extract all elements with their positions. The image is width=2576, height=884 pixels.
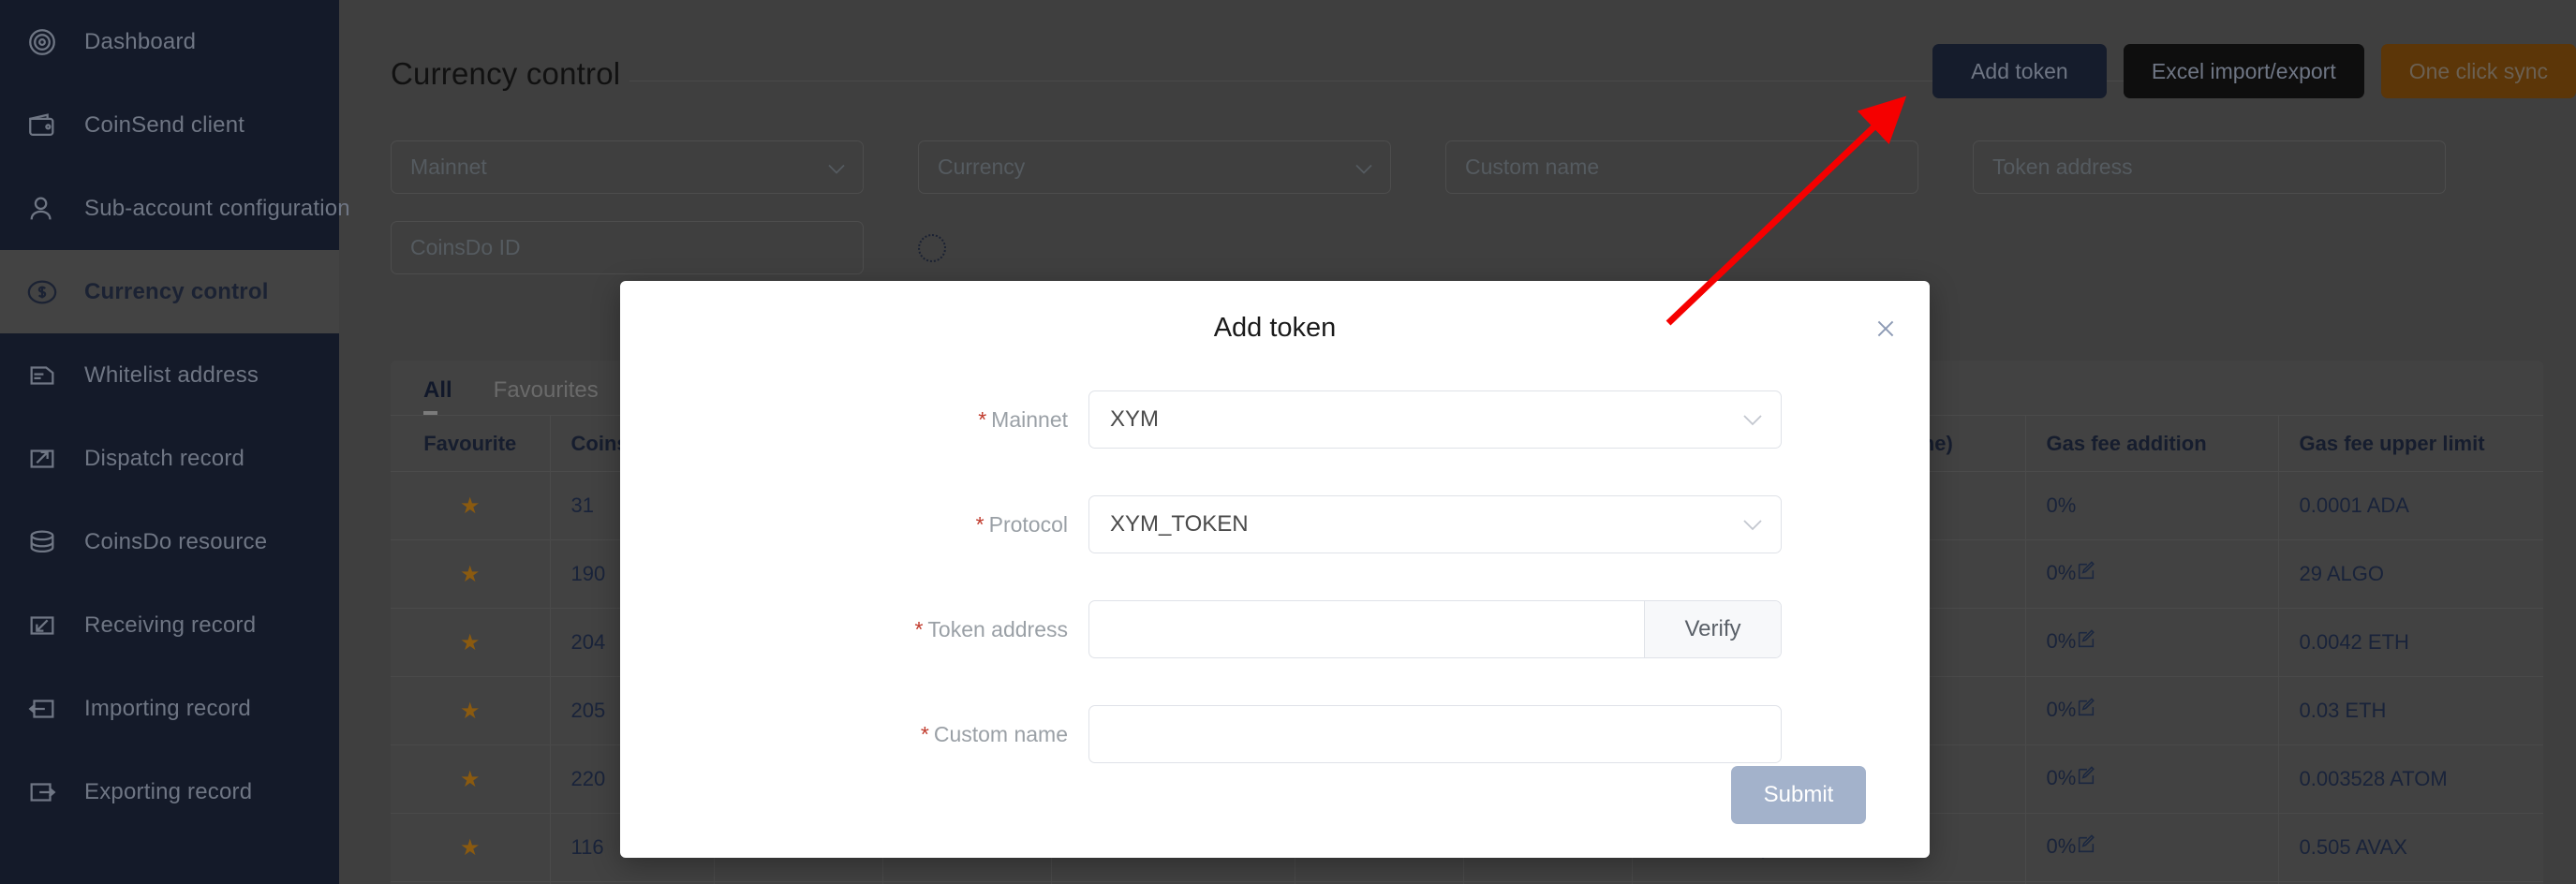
mainnet-select-wrap: XYM <box>1088 390 1782 449</box>
app-root: Dashboard CoinSend client Sub-account co… <box>0 0 2576 884</box>
required-marker: * <box>914 617 923 641</box>
custom-name-wrap <box>1088 705 1782 763</box>
submit-button[interactable]: Submit <box>1731 766 1866 824</box>
add-token-dialog: Add token *Mainnet XYM *Pr <box>620 281 1930 858</box>
mainnet-select[interactable]: XYM <box>1088 390 1782 449</box>
dialog-title: Add token <box>620 281 1930 375</box>
mainnet-select-value: XYM <box>1110 406 1159 433</box>
verify-button[interactable]: Verify <box>1644 601 1781 657</box>
label-token-address: *Token address <box>620 617 1088 642</box>
form-row-custom-name: *Custom name <box>620 705 1930 763</box>
protocol-select[interactable]: XYM_TOKEN <box>1088 495 1782 553</box>
form-row-protocol: *Protocol XYM_TOKEN <box>620 495 1930 553</box>
label-mainnet: *Mainnet <box>620 407 1088 433</box>
chevron-down-icon <box>1742 406 1763 433</box>
close-icon[interactable] <box>1870 313 1902 345</box>
label-custom-name: *Custom name <box>620 722 1088 747</box>
chevron-down-icon <box>1742 511 1763 538</box>
protocol-select-wrap: XYM_TOKEN <box>1088 495 1782 553</box>
required-marker: * <box>978 407 986 432</box>
required-marker: * <box>976 512 985 537</box>
custom-name-input[interactable] <box>1088 705 1782 763</box>
required-marker: * <box>921 722 929 746</box>
protocol-select-value: XYM_TOKEN <box>1110 511 1249 538</box>
form-row-mainnet: *Mainnet XYM <box>620 390 1930 449</box>
form-row-token-address: *Token address Verify <box>620 600 1930 658</box>
token-address-wrap: Verify <box>1088 600 1782 658</box>
label-protocol: *Protocol <box>620 512 1088 538</box>
